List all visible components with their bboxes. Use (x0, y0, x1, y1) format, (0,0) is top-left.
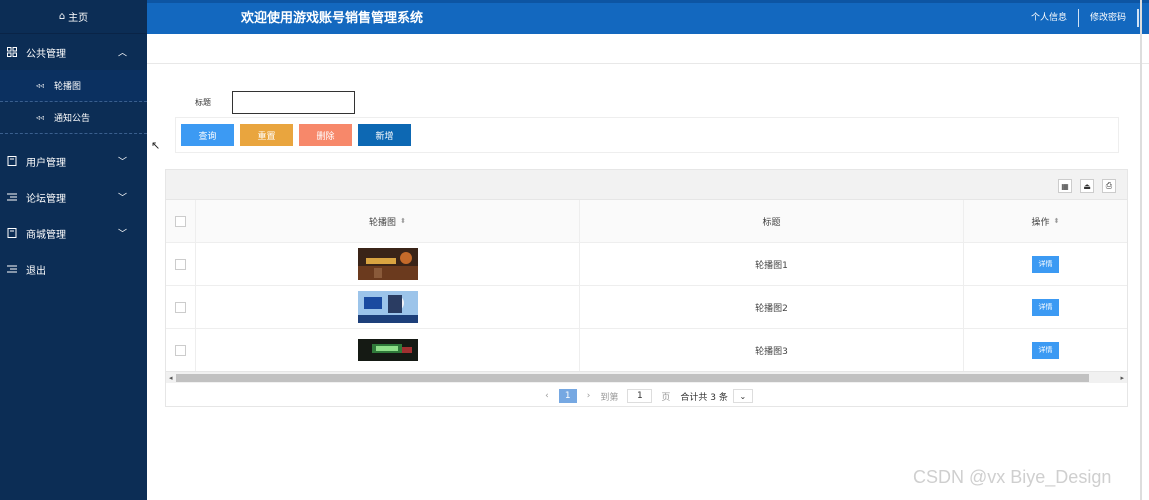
page-number-current[interactable]: 1 (558, 389, 577, 403)
thumbnail-cell (196, 329, 580, 371)
table-toolbar: ▦ ⏏ ⎙ (166, 170, 1127, 200)
nav-group-label: 用户管理 (26, 157, 66, 169)
watermark: CSDN @vx Biye_Design (913, 467, 1112, 487)
horizontal-scrollbar[interactable]: ◂ ▸ (166, 371, 1127, 383)
home-icon: ⌂ (58, 11, 66, 22)
columns-icon[interactable]: ▦ (1058, 179, 1072, 193)
nav-logout[interactable]: 退出 (0, 251, 147, 287)
action-cell: 详情 (964, 286, 1127, 328)
table-row: 轮播图2 详情 (166, 286, 1127, 329)
grid-icon (7, 47, 17, 57)
title-cell: 轮播图1 (580, 243, 964, 285)
nav-group-users[interactable]: 用户管理 ﹀ (0, 143, 147, 179)
column-header-carousel[interactable]: 轮播图 ⬍ (196, 200, 580, 242)
carousel-thumbnail (357, 339, 418, 361)
list-icon (7, 193, 17, 201)
nav-group-forum[interactable]: 论坛管理 ﹀ (0, 179, 147, 215)
page-size-select[interactable]: ⌄ (732, 389, 753, 403)
nav-group-label: 论坛管理 (26, 193, 66, 205)
home-label: 主页 (68, 13, 89, 24)
column-header-label: 操作 (1031, 217, 1050, 228)
nav-group-label: 公共管理 (26, 48, 66, 60)
action-cell: 详情 (964, 329, 1127, 371)
page-title: 欢迎使用游戏账号销售管理系统 (241, 11, 424, 26)
sidebar-item-notice[interactable]: ◃◃ 通知公告 (0, 102, 147, 134)
data-table: ▦ ⏏ ⎙ 轮播图 ⬍ 标题 操作 ⬍ 轮播图1 详情 轮播图2 详情 轮播图3… (165, 169, 1128, 407)
thumbnail-cell (196, 286, 580, 328)
goto-label: 到第 (600, 392, 619, 403)
sort-icon[interactable]: ⬍ (1054, 217, 1060, 225)
row-checkbox-cell (166, 286, 196, 328)
row-checkbox[interactable] (175, 301, 186, 313)
table-header: 轮播图 ⬍ 标题 操作 ⬍ (166, 200, 1127, 243)
title-cell: 轮播图2 (580, 286, 964, 328)
nav-group-public[interactable]: 公共管理 ︿ (0, 34, 147, 70)
chevron-up-icon: ︿ (117, 48, 127, 59)
chevron-down-icon: ⌄ (739, 391, 747, 401)
column-header-label: 轮播图 (369, 217, 397, 228)
double-left-icon: ◃◃ (36, 81, 45, 90)
goto-page-input[interactable]: 1 (627, 389, 653, 403)
prev-page-icon[interactable]: ‹ (545, 391, 549, 401)
header-links: 个人信息 修改密码 (1020, 9, 1139, 27)
row-checkbox-cell (166, 243, 196, 285)
book-icon (7, 156, 17, 166)
nav-group-label: 商城管理 (26, 229, 66, 241)
pagination: ‹ 1 › 到第 1 页 合计共 3 条 ⌄ (166, 384, 1127, 408)
row-checkbox[interactable] (175, 258, 186, 270)
reset-button[interactable]: 重置 (240, 124, 293, 146)
title-cell: 轮播图3 (580, 329, 964, 371)
detail-button[interactable]: 详情 (1032, 298, 1059, 316)
scroll-left-icon[interactable]: ◂ (169, 372, 173, 384)
breadcrumb-bar (147, 34, 1149, 64)
list-icon (7, 265, 17, 273)
thumbnail-cell (196, 243, 580, 285)
export-icon[interactable]: ⏏ (1080, 179, 1094, 193)
change-password-link[interactable]: 修改密码 (1079, 9, 1138, 27)
print-icon[interactable]: ⎙ (1102, 179, 1116, 193)
carousel-thumbnail (357, 291, 418, 323)
column-header-title: 标题 (580, 200, 964, 242)
nav-group-label: 退出 (26, 265, 46, 277)
profile-link[interactable]: 个人信息 (1020, 9, 1079, 27)
chevron-down-icon: ﹀ (117, 193, 127, 204)
column-header-action[interactable]: 操作 ⬍ (964, 200, 1127, 242)
sidebar: ⌂ 主页 公共管理 ︿ ◃◃ 轮播图 ◃◃ 通知公告 用户管理 ﹀ 论坛管理 ﹀… (0, 0, 147, 500)
header-checkbox-cell (166, 200, 196, 242)
select-all-checkbox[interactable] (175, 215, 186, 227)
scroll-right-icon[interactable]: ▸ (1120, 372, 1124, 384)
row-checkbox[interactable] (175, 344, 186, 356)
chevron-down-icon: ﹀ (117, 157, 127, 168)
carousel-thumbnail (357, 248, 418, 280)
chevron-down-icon: ﹀ (117, 229, 127, 240)
top-header: 欢迎使用游戏账号销售管理系统 个人信息 修改密码 (147, 0, 1149, 34)
home-link[interactable]: ⌂ 主页 (0, 0, 147, 34)
query-button[interactable]: 查询 (181, 124, 234, 146)
scrollbar-thumb[interactable] (176, 374, 1089, 382)
table-row: 轮播图3 详情 (166, 329, 1127, 372)
nav-group-shop[interactable]: 商城管理 ﹀ (0, 215, 147, 251)
mouse-cursor-icon: ↖ (151, 139, 161, 152)
page-border (1140, 0, 1142, 500)
action-cell: 详情 (964, 243, 1127, 285)
page-unit-label: 页 (661, 392, 671, 403)
table-row: 轮播图1 详情 (166, 243, 1127, 286)
column-header-label: 标题 (762, 217, 781, 228)
sidebar-item-carousel[interactable]: ◃◃ 轮播图 (0, 70, 147, 102)
book-icon (7, 228, 17, 238)
delete-button[interactable]: 删除 (299, 124, 352, 146)
total-count: 合计共 3 条 (680, 392, 728, 403)
row-checkbox-cell (166, 329, 196, 371)
next-page-icon[interactable]: › (587, 391, 591, 401)
search-label: 标题 (195, 98, 211, 107)
sidebar-item-label: 通知公告 (54, 114, 91, 124)
header-divider (1138, 9, 1139, 27)
search-input[interactable] (232, 91, 355, 114)
detail-button[interactable]: 详情 (1032, 341, 1059, 359)
sidebar-item-label: 轮播图 (54, 82, 82, 92)
detail-button[interactable]: 详情 (1032, 255, 1059, 273)
add-button[interactable]: 新增 (358, 124, 411, 146)
double-left-icon: ◃◃ (36, 113, 45, 122)
sort-icon[interactable]: ⬍ (400, 217, 406, 225)
